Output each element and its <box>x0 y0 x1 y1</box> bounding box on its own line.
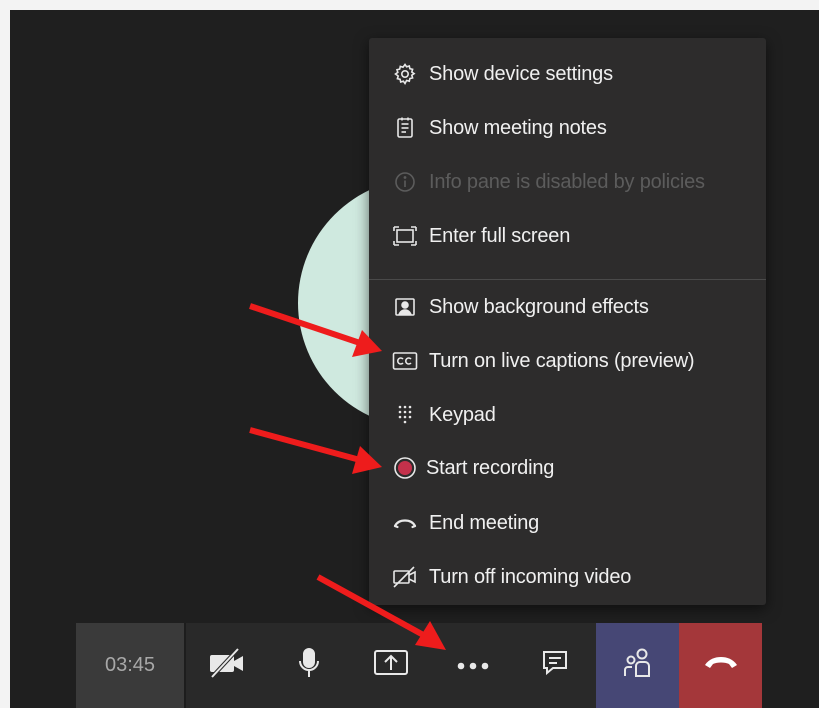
annotation-arrows <box>249 303 446 650</box>
arrow-to-live-captions <box>249 303 382 357</box>
meeting-stage: Show device settings Show meeting notes <box>10 10 819 708</box>
arrow-to-start-recording <box>249 427 382 474</box>
arrow-to-more-options <box>316 574 446 650</box>
